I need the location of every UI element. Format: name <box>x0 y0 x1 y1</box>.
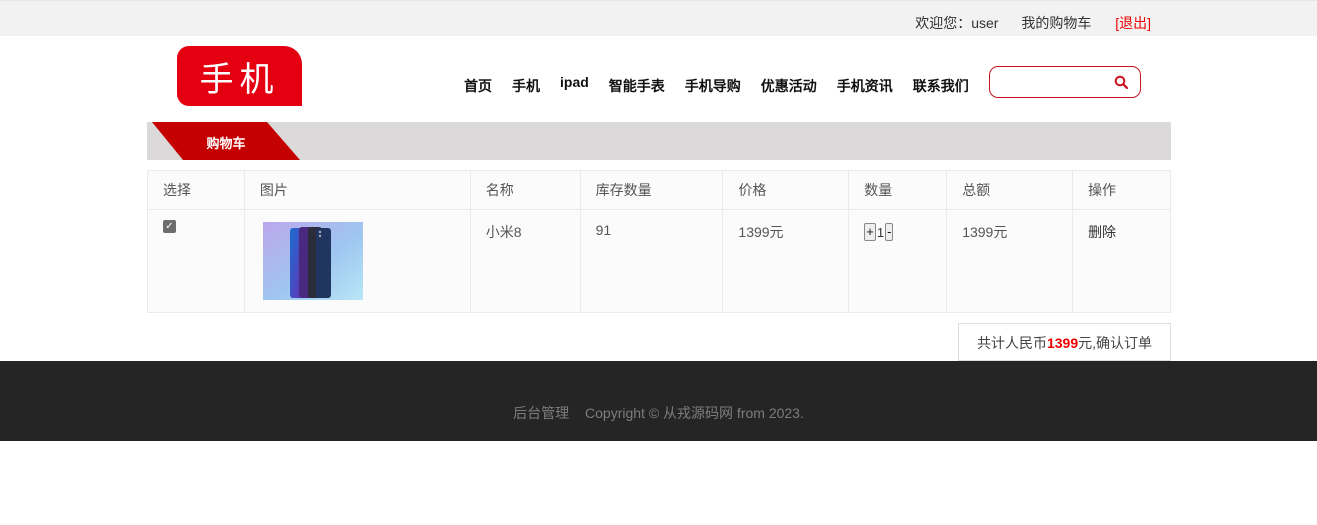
item-checkbox[interactable]: ✓ <box>163 220 176 233</box>
footer-text: 后台管理 Copyright © 从戎源码网 from 2023. <box>0 403 1317 423</box>
nav-buying-guide[interactable]: 手机导购 <box>685 76 741 96</box>
footer: 后台管理 Copyright © 从戎源码网 from 2023. <box>0 361 1317 441</box>
total-amount: 1399 <box>1046 335 1079 351</box>
col-quantity: 数量 <box>848 170 948 210</box>
cell-price: 1399元 <box>722 209 850 313</box>
confirm-prefix: 共计人民币 <box>976 335 1047 351</box>
welcome-text: 欢迎您：user <box>915 15 999 31</box>
cell-quantity: + 1 - <box>848 209 948 313</box>
nav-smartwatch[interactable]: 智能手表 <box>609 76 665 96</box>
nav-home[interactable]: 首页 <box>464 76 492 96</box>
table-header-row: 选择 图片 名称 库存数量 价格 数量 总额 操作 <box>147 170 1171 210</box>
cart-table: 选择 图片 名称 库存数量 价格 数量 总额 操作 ✓ 小米8 91 1399元… <box>147 170 1171 313</box>
user-links: 欢迎您：user 我的购物车 [退出] <box>899 13 1151 33</box>
my-cart-link[interactable]: 我的购物车 <box>1021 15 1091 31</box>
search-icon[interactable] <box>1114 75 1128 89</box>
cell-image <box>243 209 471 313</box>
col-action: 操作 <box>1072 170 1171 210</box>
delete-link[interactable]: 删除 <box>1088 224 1116 240</box>
col-image: 图片 <box>243 170 471 210</box>
confirm-suffix: 元,确认订单 <box>1078 335 1153 351</box>
search-box <box>989 66 1141 98</box>
product-image[interactable] <box>262 222 363 300</box>
col-stock: 库存数量 <box>579 170 724 210</box>
top-bar: 欢迎您：user 我的购物车 [退出] <box>0 0 1317 36</box>
table-row: ✓ 小米8 91 1399元 + 1 - 1399元 删除 <box>147 209 1171 313</box>
cell-action: 删除 <box>1072 209 1171 313</box>
increase-button[interactable]: + <box>864 223 876 241</box>
nav-phones[interactable]: 手机 <box>512 76 540 96</box>
breadcrumb: 购物车 <box>147 122 1171 160</box>
site-logo[interactable]: 手机 <box>177 46 302 106</box>
page-title: 购物车 <box>206 136 246 151</box>
decrease-button[interactable]: - <box>885 223 894 241</box>
confirm-order-button[interactable]: 共计人民币1399元,确认订单 <box>958 323 1171 361</box>
cell-stock: 91 <box>579 209 724 313</box>
nav-contact[interactable]: 联系我们 <box>913 76 969 96</box>
col-total: 总额 <box>946 170 1074 210</box>
nav-ipad[interactable]: ipad <box>560 74 589 94</box>
cell-total: 1399元 <box>946 209 1074 313</box>
nav-news[interactable]: 手机资讯 <box>837 76 893 96</box>
col-name: 名称 <box>469 170 581 210</box>
col-price: 价格 <box>722 170 850 210</box>
quantity-stepper: + 1 - <box>864 222 946 241</box>
copyright-text: Copyright © 从戎源码网 from 2023. <box>585 405 804 421</box>
logout-link[interactable]: [退出] <box>1115 15 1151 31</box>
search-input[interactable] <box>998 73 1108 91</box>
cell-name: 小米8 <box>469 209 581 313</box>
nav-promotions[interactable]: 优惠活动 <box>761 76 817 96</box>
main-nav: 首页 手机 ipad 智能手表 手机导购 优惠活动 手机资讯 联系我们 <box>464 74 989 96</box>
col-select: 选择 <box>147 170 245 210</box>
admin-link[interactable]: 后台管理 <box>513 405 569 421</box>
quantity-value: 1 <box>876 224 885 240</box>
cell-select: ✓ <box>147 209 245 313</box>
